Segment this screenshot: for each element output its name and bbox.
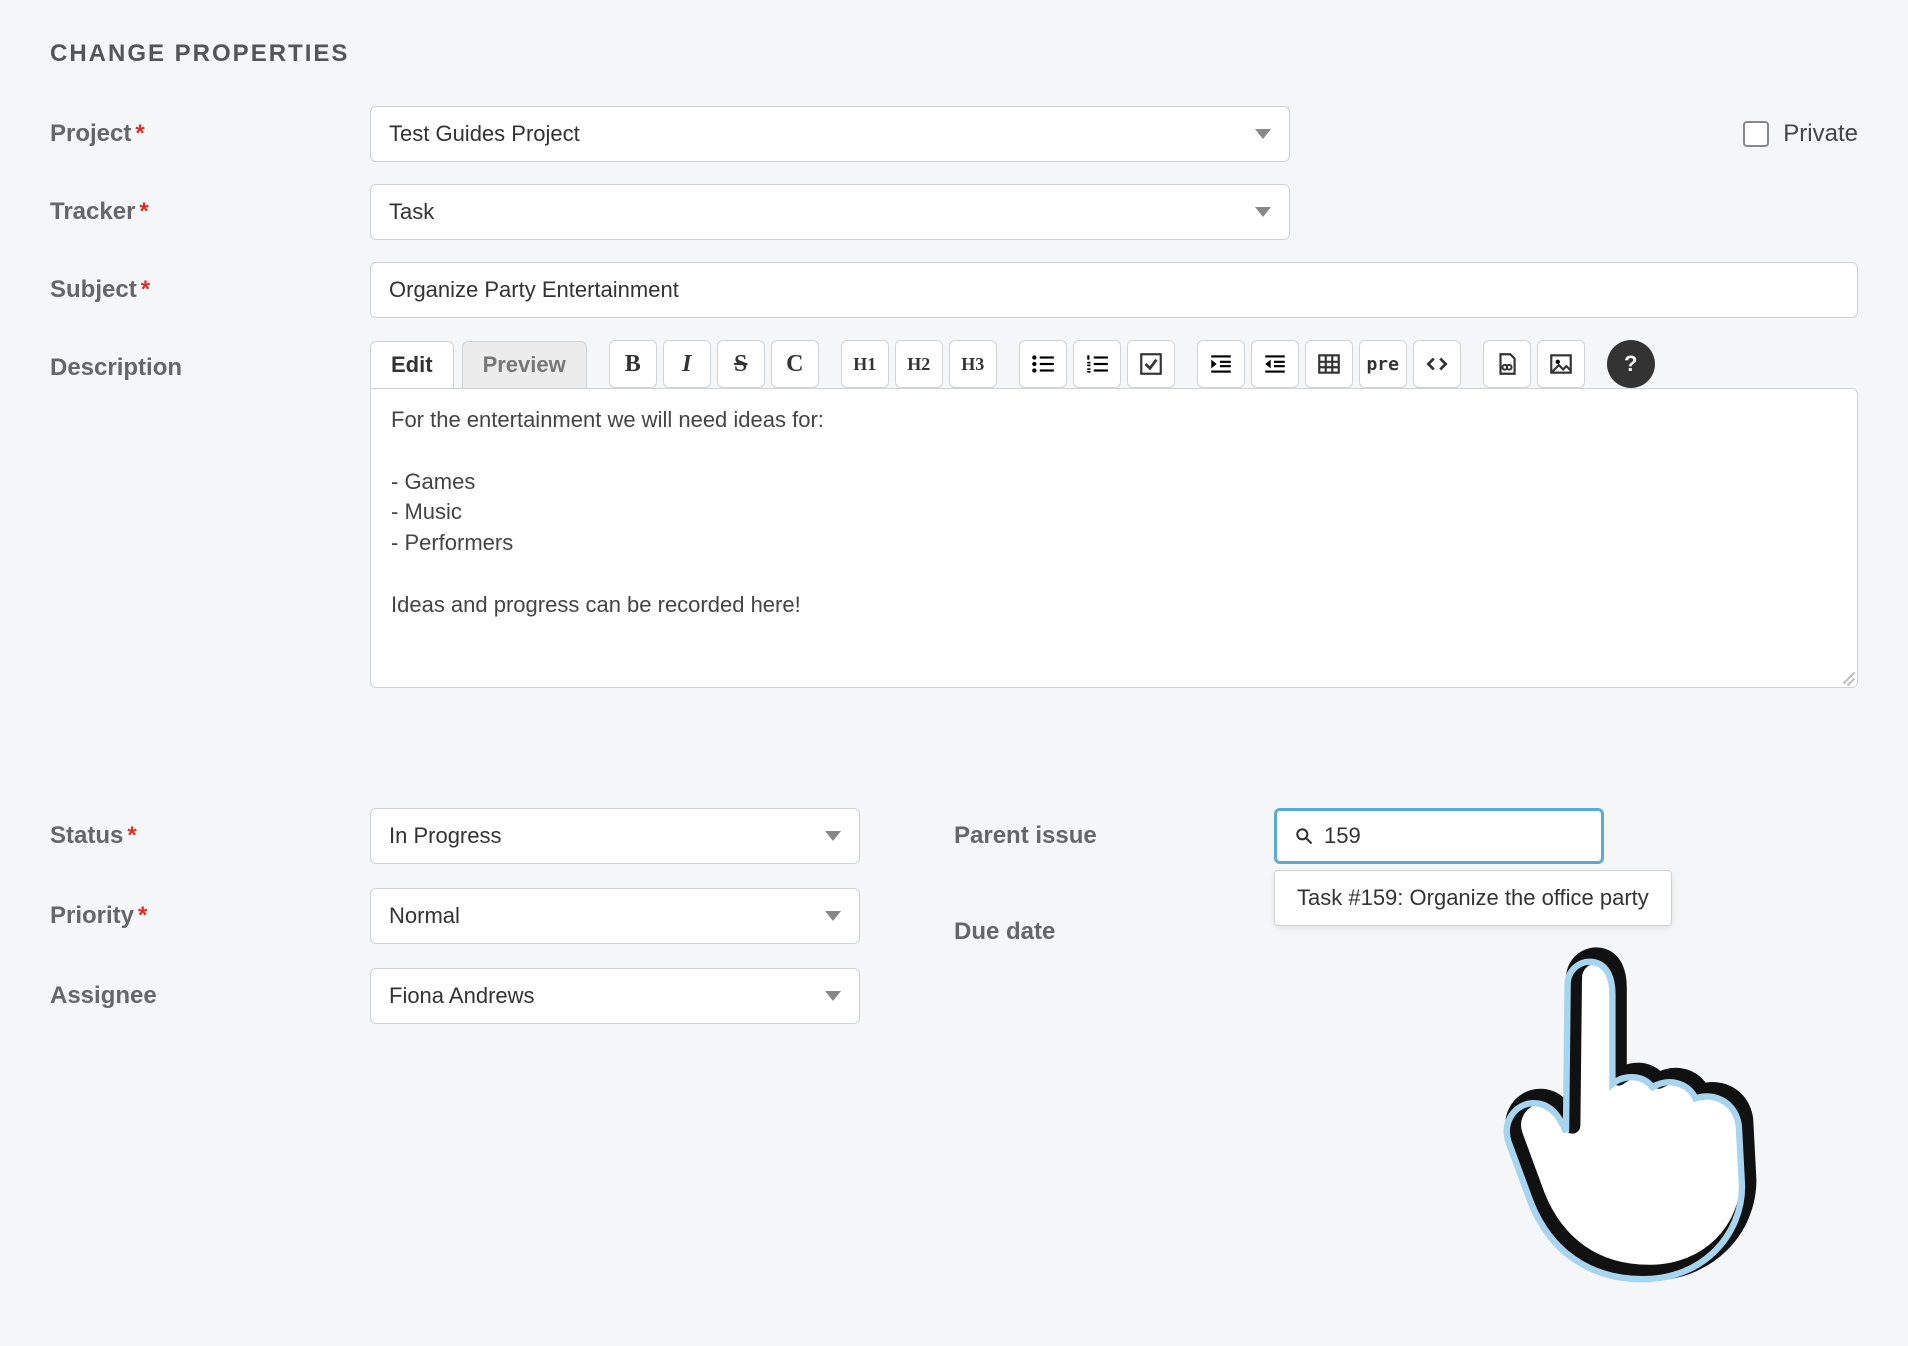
image-button[interactable]: [1537, 340, 1585, 388]
assignee-label: Assignee: [50, 968, 370, 1010]
tracker-select[interactable]: Task: [370, 184, 1290, 240]
link-button[interactable]: [1483, 340, 1531, 388]
subject-label: Subject*: [50, 262, 370, 304]
h3-button[interactable]: H3: [949, 340, 997, 388]
description-textarea[interactable]: For the entertainment we will need ideas…: [370, 388, 1858, 688]
table-icon: [1316, 351, 1342, 377]
numbered-list-icon: [1084, 351, 1110, 377]
parent-issue-input[interactable]: 159: [1274, 808, 1604, 864]
unquote-button[interactable]: [1251, 340, 1299, 388]
code-inline-button[interactable]: C: [771, 340, 819, 388]
priority-label: Priority*: [50, 888, 370, 930]
chevron-down-icon: [825, 991, 841, 1001]
search-icon: [1294, 826, 1314, 846]
parent-issue-label: Parent issue: [954, 808, 1274, 850]
italic-button[interactable]: I: [663, 340, 711, 388]
checklist-button[interactable]: [1127, 340, 1175, 388]
subject-input[interactable]: Organize Party Entertainment: [370, 262, 1858, 318]
indent-right-icon: [1208, 351, 1234, 377]
pre-button[interactable]: pre: [1359, 340, 1407, 388]
bullet-list-icon: [1030, 351, 1056, 377]
resize-handle[interactable]: [1837, 667, 1855, 685]
status-select[interactable]: In Progress: [370, 808, 860, 864]
strike-button[interactable]: S: [717, 340, 765, 388]
image-icon: [1548, 351, 1574, 377]
status-label: Status*: [50, 808, 370, 850]
unordered-list-button[interactable]: [1019, 340, 1067, 388]
due-date-label: Due date: [954, 904, 1274, 946]
quote-button[interactable]: [1197, 340, 1245, 388]
description-label: Description: [50, 340, 370, 382]
chevron-down-icon: [1255, 129, 1271, 139]
checkbox-icon: [1138, 351, 1164, 377]
ordered-list-button[interactable]: [1073, 340, 1121, 388]
h2-button[interactable]: H2: [895, 340, 943, 388]
chevron-down-icon: [825, 831, 841, 841]
code-block-button[interactable]: [1413, 340, 1461, 388]
indent-left-icon: [1262, 351, 1288, 377]
private-label: Private: [1783, 120, 1858, 148]
tracker-label: Tracker*: [50, 184, 370, 226]
h1-button[interactable]: H1: [841, 340, 889, 388]
project-label: Project*: [50, 106, 370, 148]
help-button[interactable]: ?: [1607, 340, 1655, 388]
private-checkbox[interactable]: [1743, 121, 1769, 147]
page-link-icon: [1494, 351, 1520, 377]
chevron-down-icon: [1255, 207, 1271, 217]
code-icon: [1424, 351, 1450, 377]
assignee-select[interactable]: Fiona Andrews: [370, 968, 860, 1024]
parent-issue-suggestion[interactable]: Task #159: Organize the office party: [1274, 870, 1672, 926]
bold-button[interactable]: B: [609, 340, 657, 388]
project-select[interactable]: Test Guides Project: [370, 106, 1290, 162]
chevron-down-icon: [825, 911, 841, 921]
edit-tab[interactable]: Edit: [370, 341, 454, 388]
section-heading: Change Properties: [50, 40, 1858, 68]
table-button[interactable]: [1305, 340, 1353, 388]
preview-tab[interactable]: Preview: [462, 341, 587, 388]
priority-select[interactable]: Normal: [370, 888, 860, 944]
